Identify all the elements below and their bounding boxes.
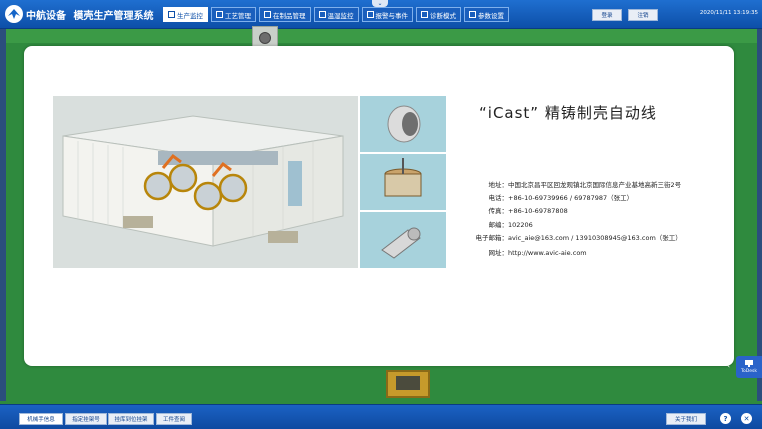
tab-alarms-events[interactable]: 报警与事件 bbox=[361, 7, 413, 22]
product-title: “iCast” 精铸制壳自动线 bbox=[479, 104, 657, 122]
rack-in-position-button[interactable]: 挂库到位挂架 bbox=[108, 413, 154, 425]
tab-label: 参数设置 bbox=[478, 11, 504, 20]
company-logo-icon bbox=[5, 5, 23, 23]
alarm-icon bbox=[366, 11, 374, 18]
tab-temp-humidity[interactable]: 温湿监控 bbox=[313, 7, 359, 22]
thermo-icon bbox=[318, 11, 326, 18]
tab-wip-management[interactable]: 在制品管理 bbox=[259, 7, 311, 22]
tab-label: 生产监控 bbox=[177, 11, 203, 20]
tab-label: 工艺管理 bbox=[225, 11, 251, 20]
todesk-floating-button[interactable]: ‹ ToDesk bbox=[727, 356, 762, 378]
info-value: 102206 bbox=[508, 221, 533, 229]
product-info-panel: “iCast” 精铸制壳自动线 地址：中国北京昌平区回龙观镇北京国际信息产业基地… bbox=[24, 46, 734, 366]
info-fax: 传真：+86-10-69787808 bbox=[476, 205, 568, 215]
info-address: 地址：中国北京昌平区回龙观镇北京国际信息产业基地高新三街2号 bbox=[476, 179, 682, 189]
thumbnail-drum-mixer bbox=[360, 96, 446, 152]
info-label: 传真： bbox=[488, 207, 509, 215]
equipment-fan-icon bbox=[252, 26, 278, 48]
monitor-icon bbox=[168, 11, 175, 18]
brand-title: 中航设备 模壳生产管理系统 bbox=[26, 7, 153, 22]
info-label: 网址： bbox=[488, 249, 509, 257]
production-line-illustration bbox=[53, 96, 358, 268]
collapse-header-toggle[interactable]: ⌄ bbox=[372, 0, 388, 7]
tab-diagnose-mode[interactable]: 诊断模式 bbox=[416, 7, 461, 22]
info-label: 邮编： bbox=[488, 221, 509, 229]
info-label: 地址： bbox=[488, 181, 509, 189]
info-value: avic_aie@163.com / 13910308945@163.com（张… bbox=[508, 234, 682, 242]
info-value: 中国北京昌平区回龙观镇北京国际信息产业基地高新三街2号 bbox=[508, 181, 682, 189]
info-value: +86-10-69787808 bbox=[508, 207, 568, 215]
company-name: 中航设备 bbox=[26, 11, 66, 22]
info-website: 网址：http://www.avic-aie.com bbox=[476, 247, 587, 257]
bottom-bar: 机械手信息 指定挂架号 挂库到位挂架 工件查阅 关于我们 ? ✕ bbox=[0, 404, 762, 429]
info-label: 电话： bbox=[488, 194, 509, 202]
info-phone: 电话：+86-10-69739966 / 69787987（张工） bbox=[476, 192, 634, 202]
left-wall bbox=[0, 29, 6, 401]
chevron-down-icon: ⌄ bbox=[377, 0, 383, 7]
info-postcode: 邮编：102206 bbox=[476, 219, 533, 229]
help-icon[interactable]: ? bbox=[720, 413, 731, 424]
info-value: +86-10-69739966 / 69787987（张工） bbox=[508, 194, 634, 202]
factory-floor bbox=[0, 29, 762, 43]
tab-label: 报警与事件 bbox=[375, 11, 409, 20]
settings-icon bbox=[469, 11, 476, 18]
login-button[interactable]: 登录 bbox=[592, 9, 622, 21]
tab-label: 温湿监控 bbox=[327, 11, 354, 20]
logout-button[interactable]: 注销 bbox=[628, 9, 658, 21]
tab-label: 诊断模式 bbox=[430, 11, 456, 20]
process-icon bbox=[216, 11, 223, 18]
tab-parameter-settings[interactable]: 参数设置 bbox=[464, 7, 509, 22]
close-icon[interactable]: ✕ bbox=[741, 413, 752, 424]
right-wall bbox=[757, 29, 762, 401]
info-email: 电子邮箱：avic_aie@163.com / 13910308945@163.… bbox=[472, 232, 682, 242]
todesk-icon bbox=[745, 360, 753, 367]
workpiece-lookup-button[interactable]: 工件查阅 bbox=[156, 413, 192, 425]
about-us-button[interactable]: 关于我们 bbox=[666, 413, 706, 425]
datetime-display: 2020/11/11 13:19:35 bbox=[699, 10, 758, 16]
todesk-label: ToDesk bbox=[741, 369, 757, 374]
thumbnail-sand-sprinkler bbox=[360, 212, 446, 268]
production-line-render bbox=[53, 96, 358, 268]
wip-icon bbox=[264, 11, 271, 18]
assign-rack-button[interactable]: 指定挂架号 bbox=[65, 413, 107, 425]
main-nav: 生产监控 工艺管理 在制品管理 温湿监控 报警与事件 诊断模式 参数设置 bbox=[163, 7, 509, 22]
tab-label: 在制品管理 bbox=[273, 11, 306, 20]
tab-process-management[interactable]: 工艺管理 bbox=[211, 7, 256, 22]
thumbnail-slurry-tank bbox=[360, 154, 446, 210]
chevron-left-icon[interactable]: ‹ bbox=[727, 361, 730, 370]
system-name: 模壳生产管理系统 bbox=[73, 11, 154, 22]
info-value: http://www.avic-aie.com bbox=[508, 249, 587, 257]
robot-info-button[interactable]: 机械手信息 bbox=[19, 413, 63, 425]
equipment-station-icon bbox=[386, 370, 430, 398]
info-label: 电子邮箱： bbox=[475, 234, 509, 242]
tab-production-monitor[interactable]: 生产监控 bbox=[163, 7, 208, 22]
diagnose-icon bbox=[421, 11, 428, 18]
